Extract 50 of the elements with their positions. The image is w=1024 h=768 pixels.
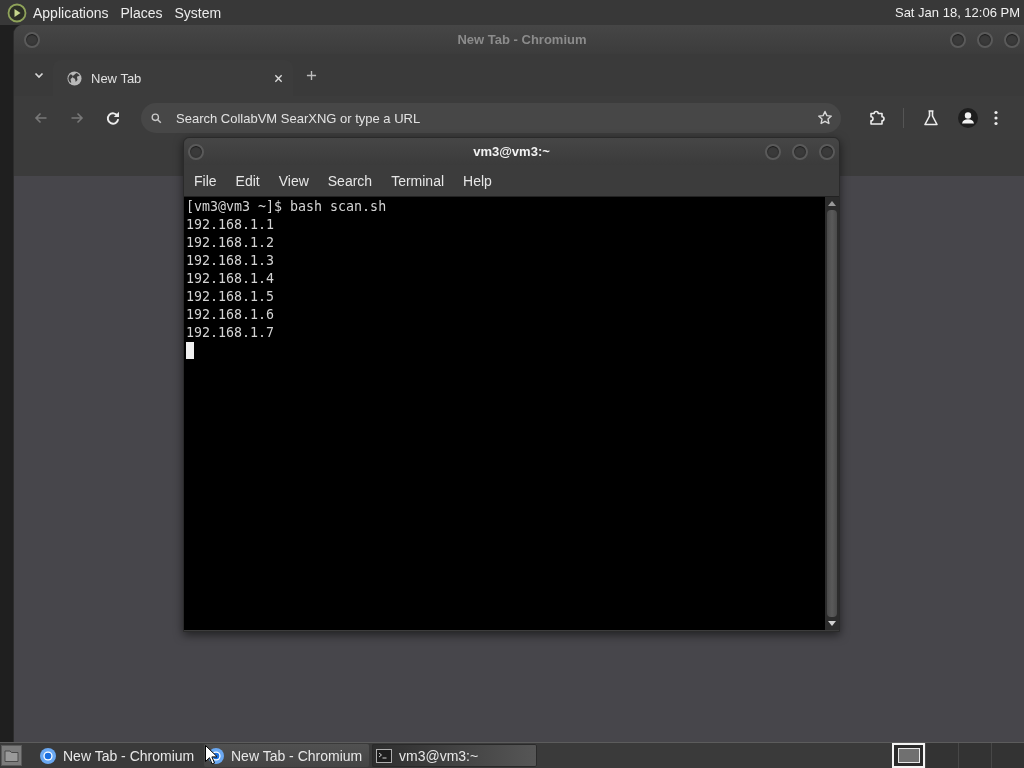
text-cursor-icon — [186, 342, 194, 359]
terminal-line: 192.168.1.2 — [186, 234, 275, 252]
clock-label[interactable]: Sat Jan 18, 12:06 PM — [894, 5, 1020, 20]
window-button-icon[interactable] — [792, 143, 808, 160]
window-title: vm3@vm3:~ — [473, 144, 550, 159]
menu-item[interactable]: File — [184, 172, 226, 189]
window-button-icon[interactable] — [977, 31, 993, 48]
window-thumbnail-icon — [897, 748, 920, 763]
terminal-icon — [376, 748, 392, 763]
window-button-icon[interactable] — [819, 143, 835, 160]
terminal-output[interactable]: [vm3@vm3 ~]$ bash scan.sh 192.168.1.1 192.168.1.2 192.168.1.3 192.168.1.4 192.168.1.5 192.168.1.6 192.168.1.7 — [184, 197, 825, 630]
terminal-line: 192.168.1.7 — [186, 324, 275, 342]
menu-item[interactable]: View — [268, 172, 318, 189]
more-menu-icon[interactable] — [994, 110, 998, 126]
panel-menu[interactable]: Applications — [27, 4, 115, 21]
window-button-icon[interactable] — [950, 31, 966, 48]
show-desktop-icon[interactable] — [1, 745, 22, 766]
globe-icon — [67, 70, 82, 86]
terminal-line: 192.168.1.4 — [186, 270, 275, 288]
window-button-icon[interactable] — [24, 31, 40, 48]
profile-icon[interactable] — [958, 108, 978, 128]
plus-icon[interactable] — [306, 69, 317, 81]
reload-icon[interactable] — [105, 110, 121, 126]
terminal-line: [vm3@vm3 ~]$ bash scan.sh — [186, 198, 387, 216]
browser-icon — [40, 747, 56, 764]
window-button-icon[interactable] — [765, 143, 781, 160]
menu-item[interactable]: Edit — [225, 172, 269, 189]
terminal-line: 192.168.1.3 — [186, 252, 275, 270]
menu-item[interactable]: Help — [453, 172, 501, 189]
window-button-icon[interactable] — [1004, 31, 1020, 48]
menu-item[interactable]: Terminal — [381, 172, 454, 189]
address-bar[interactable]: Search CollabVM SearXNG or type a URL — [141, 103, 841, 133]
panel-menu[interactable]: System — [168, 4, 228, 21]
taskbar-button[interactable]: vm3@vm3:~ — [372, 744, 537, 767]
terminal-line: 192.168.1.6 — [186, 306, 275, 324]
puzzle-icon[interactable] — [868, 109, 886, 127]
menu-logo-icon[interactable] — [7, 2, 27, 23]
window-button-icon[interactable] — [188, 143, 204, 160]
window-title: New Tab - Chromium — [457, 32, 587, 47]
taskbar-button[interactable]: New Tab - Chromium — [204, 744, 369, 767]
scrollbar[interactable] — [825, 197, 839, 630]
mouse-pointer-icon — [205, 745, 217, 765]
panel-menu[interactable]: Places — [114, 4, 169, 21]
terminal-line: 192.168.1.5 — [186, 288, 275, 306]
menu-item[interactable]: Search — [317, 172, 382, 189]
search-icon — [151, 112, 162, 124]
flask-icon[interactable] — [922, 109, 940, 127]
star-icon[interactable] — [817, 110, 833, 126]
terminal-line: 192.168.1.1 — [186, 216, 275, 234]
close-icon[interactable] — [274, 73, 283, 83]
